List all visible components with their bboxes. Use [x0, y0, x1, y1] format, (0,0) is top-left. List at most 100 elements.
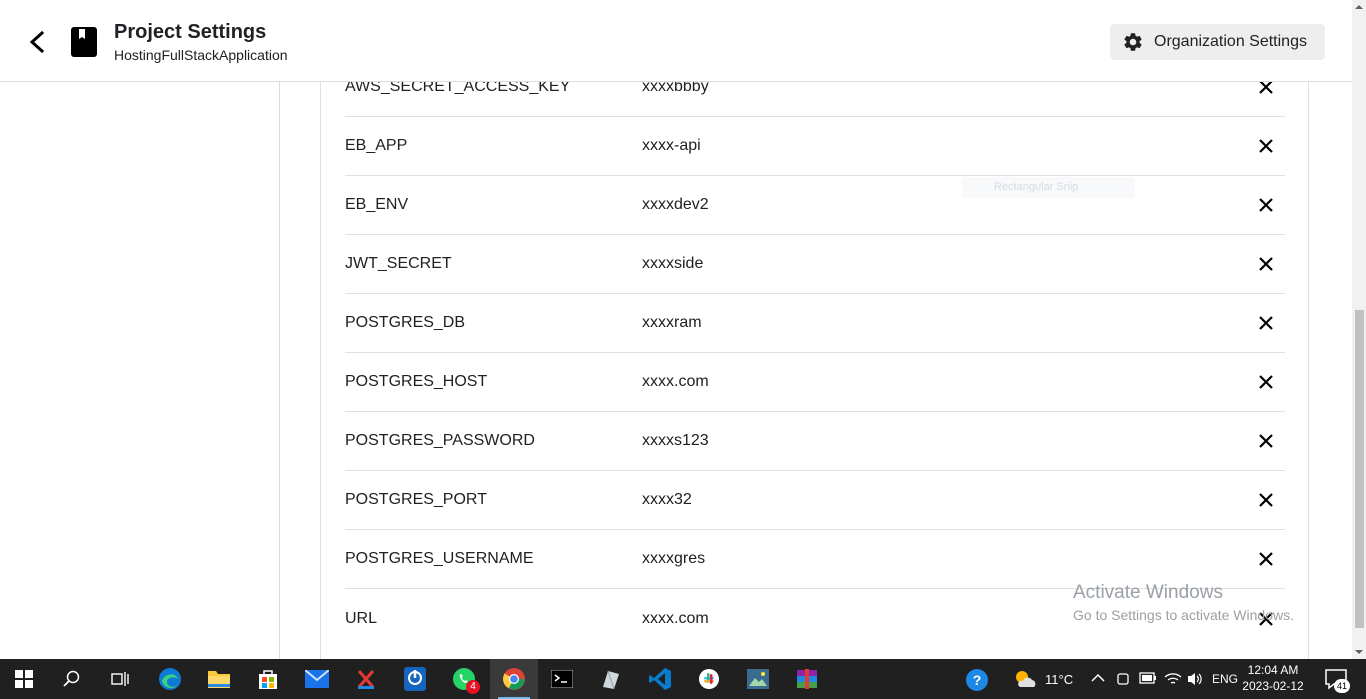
env-var-key: JWT_SECRET: [345, 255, 452, 272]
app-window: Project Settings HostingFullStackApplica…: [0, 0, 1366, 659]
env-var-row: URL xxxx.com: [345, 589, 1285, 648]
env-vars-panel: AWS_SECRET_ACCESS_KEY xxxxbbby EB_APP xx…: [320, 82, 1309, 659]
windows-logo-icon: [15, 670, 33, 688]
taskbar-app-feather[interactable]: [587, 659, 635, 699]
meet-now-icon[interactable]: [1116, 671, 1130, 687]
env-vars-list: AWS_SECRET_ACCESS_KEY xxxxbbby EB_APP xx…: [345, 82, 1285, 648]
vscode-icon: [649, 668, 671, 690]
taskbar-app-x[interactable]: [342, 659, 390, 699]
taskbar-slack[interactable]: [685, 659, 733, 699]
taskbar-photos[interactable]: [734, 659, 782, 699]
env-var-key: POSTGRES_PORT: [345, 491, 487, 508]
gear-icon: [1124, 33, 1142, 51]
start-button[interactable]: [0, 659, 48, 699]
power-icon: [404, 667, 426, 691]
env-var-row: EB_APP xxxx-api: [345, 117, 1285, 176]
help-icon[interactable]: ?: [965, 668, 989, 692]
env-var-key: URL: [345, 609, 378, 627]
close-icon[interactable]: [1255, 489, 1277, 511]
scroll-up-icon[interactable]: [1355, 3, 1363, 11]
env-var-row: POSTGRES_PASSWORD xxxxs123: [345, 412, 1285, 471]
vertical-scrollbar[interactable]: [1352, 0, 1366, 659]
taskbar-whatsapp[interactable]: 4: [440, 659, 488, 699]
notification-count: 41: [1334, 679, 1350, 693]
taskbar-winrar[interactable]: [783, 659, 831, 699]
back-arrow-icon[interactable]: [24, 28, 50, 56]
env-var-key: POSTGRES_USERNAME: [345, 550, 534, 567]
page-header: Project Settings HostingFullStackApplica…: [0, 0, 1352, 82]
wifi-icon[interactable]: [1164, 671, 1182, 687]
env-var-value: xxxxdev2: [642, 196, 709, 213]
project-name: HostingFullStackApplication: [114, 47, 288, 63]
chrome-icon: [503, 668, 525, 690]
task-view-icon: [111, 672, 129, 686]
close-icon[interactable]: [1255, 371, 1277, 393]
env-var-value: xxxx.com: [642, 609, 709, 627]
feather-icon: [603, 670, 619, 690]
clock-date: 2023-02-12: [1242, 679, 1304, 693]
mail-icon: [305, 670, 329, 688]
env-var-key: POSTGRES_HOST: [345, 373, 488, 390]
task-view-button[interactable]: [96, 659, 144, 699]
page-title: Project Settings: [114, 21, 267, 43]
env-var-value: xxxx32: [642, 491, 692, 508]
env-var-row: POSTGRES_HOST xxxx.com: [345, 353, 1285, 412]
clock[interactable]: 12:04 AM 2023-02-12: [1240, 662, 1306, 694]
env-var-key: POSTGRES_DB: [345, 314, 466, 331]
taskbar-search-button[interactable]: [48, 659, 96, 699]
slack-icon: [699, 669, 719, 689]
search-icon: [63, 670, 80, 687]
language-indicator[interactable]: ENG: [1212, 672, 1238, 686]
close-icon[interactable]: [1255, 194, 1277, 216]
clock-time: 12:04 AM: [1247, 663, 1299, 677]
edge-icon: [159, 668, 181, 690]
weather-icon[interactable]: [1012, 667, 1038, 691]
taskbar-file-explorer[interactable]: [195, 659, 243, 699]
scissors-x-icon: [357, 670, 375, 689]
env-var-value: xxxxgres: [642, 550, 706, 567]
folder-icon: [208, 671, 230, 688]
env-var-key: AWS_SECRET_ACCESS_KEY: [345, 82, 571, 95]
sidebar: [0, 82, 280, 659]
project-book-icon: [71, 27, 97, 57]
store-icon: [259, 670, 277, 689]
taskbar-store[interactable]: [244, 659, 292, 699]
env-var-row: POSTGRES_DB xxxxram: [345, 294, 1285, 353]
close-icon[interactable]: [1255, 312, 1277, 334]
volume-icon[interactable]: [1186, 671, 1204, 687]
taskbar-mail[interactable]: [293, 659, 341, 699]
close-icon[interactable]: [1255, 608, 1277, 630]
close-icon[interactable]: [1255, 253, 1277, 275]
close-icon[interactable]: [1255, 135, 1277, 157]
chevron-up-icon[interactable]: [1091, 673, 1105, 683]
env-var-key: EB_APP: [345, 137, 408, 154]
close-icon[interactable]: [1255, 430, 1277, 452]
battery-icon[interactable]: [1139, 672, 1157, 684]
organization-settings-button[interactable]: Organization Settings: [1110, 24, 1325, 60]
taskbar-power-app[interactable]: [391, 659, 439, 699]
env-var-row: EB_ENV xxxxdev2: [345, 176, 1285, 235]
close-icon[interactable]: [1255, 548, 1277, 570]
env-var-value: xxxxbbby: [642, 82, 709, 95]
archive-icon: [797, 669, 817, 689]
taskbar-terminal[interactable]: [538, 659, 586, 699]
env-var-row: JWT_SECRET xxxxside: [345, 235, 1285, 294]
organization-settings-label: Organization Settings: [1154, 33, 1307, 50]
snip-tooltip: Rectangular Snip: [962, 177, 1135, 198]
image-icon: [747, 669, 769, 689]
env-var-row: POSTGRES_PORT xxxx32: [345, 471, 1285, 530]
env-var-key: EB_ENV: [345, 196, 409, 213]
env-var-value: xxxx.com: [642, 373, 709, 390]
scrollbar-thumb[interactable]: [1355, 310, 1364, 628]
taskbar-chrome[interactable]: [490, 659, 538, 699]
env-var-value: xxxxside: [642, 255, 704, 272]
close-icon[interactable]: [1255, 82, 1277, 98]
terminal-icon: [551, 670, 573, 688]
env-var-value: xxxxram: [642, 314, 702, 331]
taskbar-edge[interactable]: [146, 659, 194, 699]
windows-taskbar: 4 ? 11°C ENG 12:04 AM 2023-02-12 41: [0, 659, 1366, 699]
taskbar-vscode[interactable]: [636, 659, 684, 699]
scroll-down-icon[interactable]: [1355, 648, 1363, 656]
env-var-key: POSTGRES_PASSWORD: [345, 432, 535, 449]
env-var-row: POSTGRES_USERNAME xxxxgres: [345, 530, 1285, 589]
